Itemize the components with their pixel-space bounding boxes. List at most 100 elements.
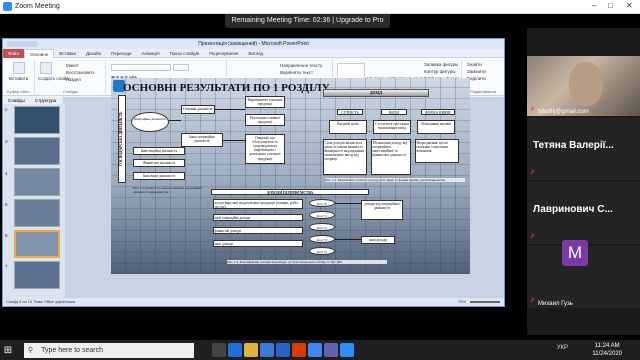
tab-insert[interactable]: Вставка [54,51,81,56]
paste-button[interactable]: Вставити [9,76,28,81]
caption-fig-1-2: Рис. 1.2. Економічна сутність доходу, йо… [325,178,465,182]
new-slide-icon[interactable] [40,62,52,74]
reset-button[interactable]: Восстановить [66,70,95,75]
powerpoint-window: Презентація (захищений) - Microsoft Powe… [2,38,505,307]
search-icon: ⚲ [28,347,34,354]
slide-thumbnail[interactable] [14,168,60,196]
new-slide-button[interactable]: Создать слайд [38,76,69,81]
slide-thumbnail[interactable] [14,199,60,227]
slide-thumbnail[interactable] [14,137,60,165]
align-text-button[interactable]: Вирівняти текст [280,70,313,75]
group-label-slides: Слайды [63,89,78,94]
slides-group: Создать слайд Макет Восстановить Раздел … [36,60,106,94]
store-icon[interactable] [260,343,274,357]
ops-income-node: доходи від операційної діяльності [361,200,403,220]
income-desc: Надходження, що не пов'язані з внесками … [415,139,459,163]
task-view-icon[interactable] [212,343,226,357]
slide-thumbnail[interactable] [14,106,60,134]
tab-slideshow[interactable]: Показ слайдів [165,51,204,56]
font-name-select[interactable] [111,64,171,71]
replace-button[interactable]: Замінити [467,69,486,74]
slide-title: ОСНОВНІ РЕЗУЛЬТАТИ ПО 1 РОЗДІЛУ [123,82,330,94]
slide-number: 6 [5,233,8,238]
ppt-window-title: Презентація (захищений) - Microsoft Powe… [198,41,309,47]
caption-fig-1-1: Рис. 1.1 Склад та основні елементи опера… [133,186,203,194]
clipboard-group: Вставити Буфер обмі... [5,60,35,94]
income-item: дохід (виручка) від реалізації продукції… [213,199,303,209]
code-71: Код 71 [309,211,335,219]
participant-name: lybofhj@gmail.com [538,109,589,115]
language-indicator[interactable]: УКР [557,345,568,351]
zoom-level[interactable]: 75% [458,298,466,306]
tab-slides[interactable]: Слайды [3,97,30,104]
chrome-icon[interactable] [308,343,322,357]
layout-button[interactable]: Макет [66,63,79,68]
participant-name: Тетяна Валерії... [533,140,614,151]
ppt-titlebar: Презентація (захищений) - Microsoft Powe… [3,39,504,49]
tab-transitions[interactable]: Переходи [106,51,136,56]
code-73: Код 73 [309,235,335,243]
slide-thumbnail-selected[interactable] [14,230,60,258]
tab-review[interactable]: Рецензування [204,51,243,56]
quick-access-toolbar[interactable] [7,41,37,47]
code-74: Код 74 [309,247,335,255]
financial-node: Фінансова діяльність [133,159,185,167]
caption-fig-1-4: Рис. 1.4. Класифікація доходів відповідн… [227,260,387,264]
shape-outline-button[interactable]: Контур фигуры [424,69,455,74]
tab-view[interactable]: Вигляд [243,51,268,56]
sales-node: Реалізація основної продукції [245,114,285,126]
slide-thumbnail[interactable] [14,261,60,289]
participant-tile[interactable]: Лавринович С... ✗ [527,182,640,244]
minimize-button[interactable]: – [592,1,596,10]
tab-file[interactable]: Файл [3,48,25,58]
income-item: фінансові доходи [213,227,303,234]
zoom-slider[interactable] [470,301,500,303]
slide-number: 3 [5,139,8,144]
edge-icon[interactable] [228,343,242,357]
file-explorer-icon[interactable] [244,343,258,357]
tab-outline[interactable]: Структура [30,97,61,104]
mail-icon[interactable] [276,343,290,357]
connector [335,203,361,204]
maximize-button[interactable]: □ [608,1,613,10]
income-item: інші доходи [213,240,303,247]
font-size-select[interactable] [173,64,189,71]
investment-node: Інвестиційна діяльність [133,147,185,155]
vertical-label: ГОСПОДАРСЬКА ДІЯЛЬНІСТЬ [118,95,126,183]
tab-animation[interactable]: Анімація [136,51,164,56]
main-activity-node: Основна діяльність [181,105,215,114]
close-button[interactable]: ✕ [626,1,633,10]
participant-face [569,62,603,106]
taskbar-search[interactable]: ⚲ Type here to search [24,342,194,358]
participant-video[interactable]: ✗ lybofhj@gmail.com [527,56,640,116]
meeting-time-banner[interactable]: Remaining Meeting Time: 02:36 | Upgrade … [225,14,390,28]
ppt-statusbar: Слайд 6 из 15 Тема Office українська 75% [3,298,504,306]
slide-canvas[interactable]: ОСНОВНІ РЕЗУЛЬТАТИ ПО 1 РОЗДІЛУ ГОСПОДАР… [111,78,470,274]
participant-avatar: M [562,240,588,266]
income-col-essence: СУТНІСТЬ [337,109,363,115]
section-button[interactable]: Раздел [66,77,81,82]
find-button[interactable]: Знайти [467,62,482,67]
clock-date: 11/24/2020 [592,351,622,357]
ops-services-node: Операції, що обслуговують та супроводжую… [245,134,285,164]
slide-number: 2 [5,107,8,112]
enterprise-income-header: ДОХОДИ ПІДПРИЄМСТВА [211,189,369,195]
zoom-icon[interactable] [340,343,354,357]
text-direction-button[interactable]: Направлення тексту [280,63,322,68]
tab-design[interactable]: Дизайн [81,51,106,56]
connector [215,109,245,110]
start-button[interactable]: ⊞ [0,340,16,360]
other-activity-node: Інші види діяльності [133,172,185,180]
slide-number: 5 [5,202,8,207]
connector [223,140,245,141]
shape-fill-button[interactable]: Заливка фигуры [424,62,458,67]
taskbar-clock[interactable]: 11:24 AM 11/24/2020 [592,342,622,358]
powerpoint-icon[interactable] [292,343,306,357]
participant-name: Лавринович С... [533,204,613,215]
income-desc: Сума доходів визнається лише за умови на… [323,139,367,175]
teams-icon[interactable] [324,343,338,357]
muted-mic-icon: ✗ [530,234,536,240]
paste-icon[interactable] [13,62,25,74]
participant-tile[interactable]: Тетяна Валерії... ✗ [527,118,640,180]
tab-home[interactable]: Основне [24,48,55,58]
